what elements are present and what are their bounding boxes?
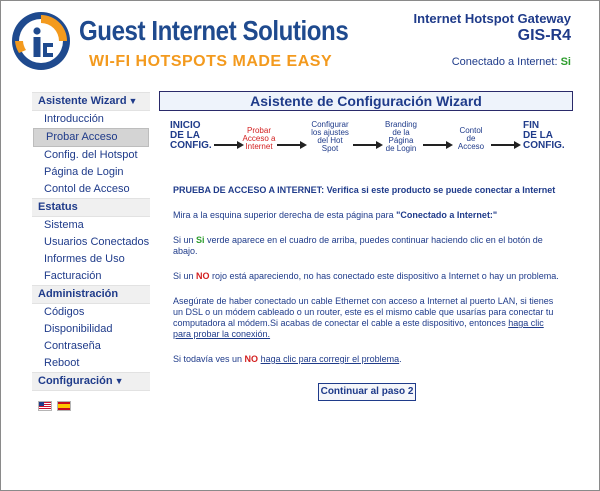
arrow-right-icon bbox=[423, 141, 453, 149]
sidebar-item-informes[interactable]: Informes de Uso bbox=[32, 251, 150, 268]
sidebar-item-contrasena[interactable]: Contraseña bbox=[32, 338, 150, 355]
product-header: Internet Hotspot Gateway GIS-R4 bbox=[414, 11, 571, 45]
sidebar-item-disponibilidad[interactable]: Disponibilidad bbox=[32, 321, 150, 338]
sidebar-section-wizard[interactable]: Asistente Wizard ▼ bbox=[32, 92, 150, 111]
sidebar-item-reboot[interactable]: Reboot bbox=[32, 355, 150, 372]
us-flag-icon[interactable] bbox=[38, 401, 52, 411]
instruction-green: Si un Si verde aparece en el cuadro de a… bbox=[173, 235, 543, 256]
sidebar-item-usuarios[interactable]: Usuarios Conectados bbox=[32, 234, 150, 251]
chevron-down-icon: ▼ bbox=[128, 96, 138, 106]
page-title: Asistente de Configuración Wizard bbox=[159, 91, 573, 111]
arrow-right-icon bbox=[214, 141, 244, 149]
product-model: GIS-R4 bbox=[517, 27, 571, 44]
connection-value: Si bbox=[560, 56, 571, 68]
sidebar-section-configuracion[interactable]: Configuración ▼ bbox=[32, 372, 150, 391]
product-name: Internet Hotspot Gateway bbox=[413, 11, 571, 26]
sidebar-item-control-acceso[interactable]: Contol de Acceso bbox=[32, 181, 150, 198]
sidebar-item-codigos[interactable]: Códigos bbox=[32, 304, 150, 321]
step-fin: FIN DE LA CONFIG. bbox=[523, 120, 565, 151]
sidebar-nav: Asistente Wizard ▼ Introducción Probar Ac… bbox=[32, 92, 150, 478]
connection-status: Conectado a Internet: Si bbox=[452, 56, 571, 68]
sidebar-item-sistema[interactable]: Sistema bbox=[32, 217, 150, 234]
continue-step2-button[interactable]: Continuar al paso 2 bbox=[318, 383, 416, 401]
sidebar-item-pagina-login[interactable]: Página de Login bbox=[32, 164, 150, 181]
wizard-body: PRUEBA DE ACCESO A INTERNET: Verifica si… bbox=[159, 185, 561, 401]
lead-heading: PRUEBA DE ACCESO A INTERNET: Verifica si… bbox=[173, 185, 556, 195]
brand-logo: Guest Internet Solutions WI-FI HOTSPOTS … bbox=[9, 9, 349, 81]
wizard-steps: INICIO DE LA CONFIG. Probar Acceso a Interne… bbox=[159, 121, 573, 181]
sidebar-item-config-hotspot[interactable]: Config. del Hotspot bbox=[32, 147, 150, 164]
brand-tagline: WI-FI HOTSPOTS MADE EASY bbox=[89, 53, 333, 70]
page-frame: Guest Internet Solutions WI-FI HOTSPOTS … bbox=[0, 0, 600, 491]
sidebar-section-administracion[interactable]: Administración bbox=[32, 285, 150, 304]
sidebar-item-facturacion[interactable]: Facturación bbox=[32, 268, 150, 285]
arrow-right-icon bbox=[491, 141, 521, 149]
arrow-right-icon bbox=[277, 141, 307, 149]
sidebar-item-probar-acceso[interactable]: Probar Acceso bbox=[33, 128, 149, 147]
step-probar-acceso: Probar Acceso a Internet bbox=[242, 126, 276, 151]
step-config-hotspot: Configurar los ajustes del Hot Spot bbox=[311, 120, 349, 153]
instruction-look: Mira a la esquina superior derecha de es… bbox=[173, 210, 498, 220]
step-branding-login: Branding de la Página de Login bbox=[384, 120, 418, 153]
connection-label: Conectado a Internet: bbox=[451, 56, 558, 68]
sidebar-section-estatus[interactable]: Estatus bbox=[32, 198, 150, 217]
instruction-red: Si un NO rojo está apareciendo, no has c… bbox=[173, 271, 559, 281]
step-inicio: INICIO DE LA CONFIG. bbox=[170, 120, 212, 151]
gis-logo-icon bbox=[12, 12, 70, 70]
arrow-right-icon bbox=[353, 141, 383, 149]
main-content: Asistente de Configuración Wizard INICIO… bbox=[159, 91, 573, 401]
fix-problem-link[interactable]: haga clic para corregir el problema bbox=[261, 354, 400, 364]
step-control-acceso: Contol de Acceso bbox=[457, 126, 485, 151]
language-flags bbox=[32, 391, 150, 411]
instruction-ethernet: Asegúrate de haber conectado un cable Et… bbox=[173, 296, 554, 339]
brand-name: Guest Internet Solutions bbox=[79, 15, 349, 46]
chevron-down-icon: ▼ bbox=[114, 376, 124, 386]
spain-flag-icon[interactable] bbox=[57, 401, 71, 411]
instruction-still-no: Si todavía ves un NO haga clic para corr… bbox=[173, 354, 402, 364]
sidebar-item-introduccion[interactable]: Introducción bbox=[32, 111, 150, 128]
